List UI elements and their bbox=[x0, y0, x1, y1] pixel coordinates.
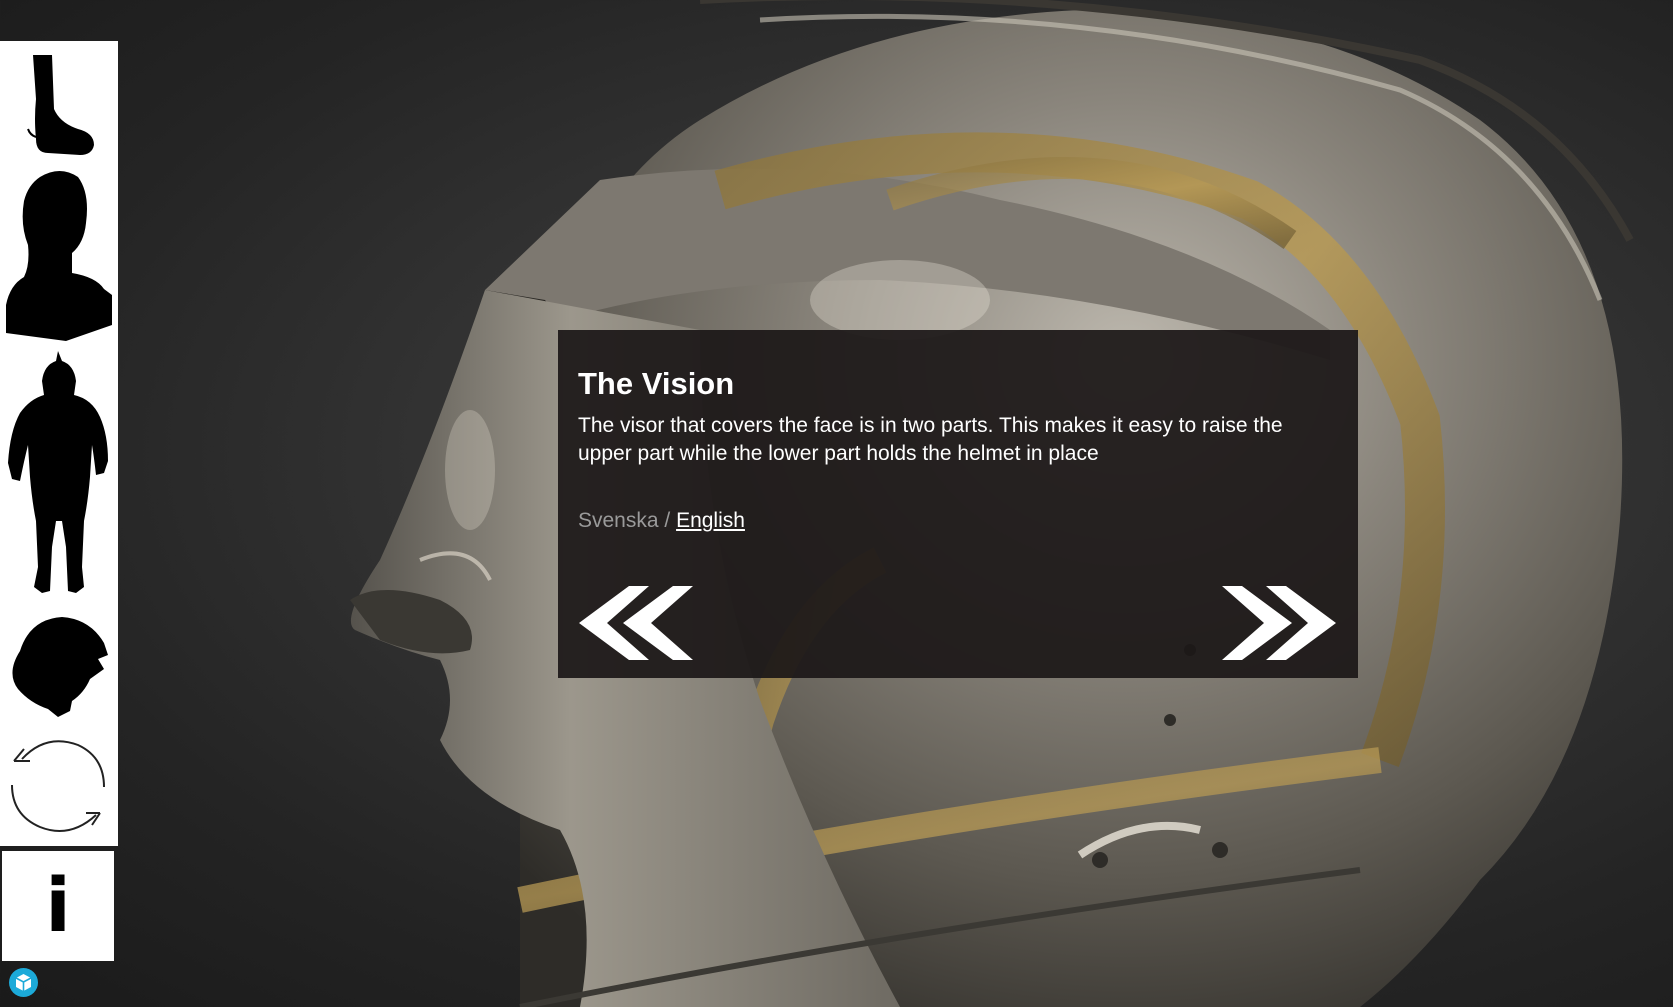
reset-view-button[interactable] bbox=[0, 731, 118, 841]
cube-icon bbox=[15, 974, 32, 991]
annotation-panel: The Vision The visor that covers the fac… bbox=[558, 330, 1358, 678]
bust-button[interactable] bbox=[0, 165, 118, 341]
language-english-link[interactable]: English bbox=[676, 509, 745, 532]
helmet-icon bbox=[12, 617, 108, 717]
info-button[interactable]: i bbox=[2, 851, 114, 961]
full-armor-button[interactable] bbox=[0, 351, 118, 601]
bust-icon bbox=[6, 171, 112, 341]
annotation-description: The visor that covers the face is in two… bbox=[578, 414, 1283, 465]
annotation-title: The Vision bbox=[578, 366, 735, 401]
previous-annotation-button[interactable] bbox=[577, 586, 693, 660]
helmet-button[interactable] bbox=[0, 609, 118, 727]
part-selector-sidebar bbox=[0, 41, 118, 846]
double-chevron-left-icon bbox=[579, 586, 693, 660]
sketchfab-logo-icon[interactable] bbox=[9, 968, 38, 997]
double-chevron-right-icon bbox=[1222, 586, 1336, 660]
info-label: i bbox=[45, 863, 71, 949]
boot-icon bbox=[27, 55, 94, 155]
boot-button[interactable] bbox=[0, 49, 118, 161]
language-svenska-link[interactable]: Svenska bbox=[578, 509, 659, 532]
language-separator: / bbox=[658, 509, 677, 532]
full-armor-icon bbox=[8, 351, 108, 593]
next-annotation-button[interactable] bbox=[1222, 586, 1338, 660]
rotate-icon bbox=[11, 740, 105, 832]
language-switcher: Svenska / English bbox=[578, 510, 745, 531]
